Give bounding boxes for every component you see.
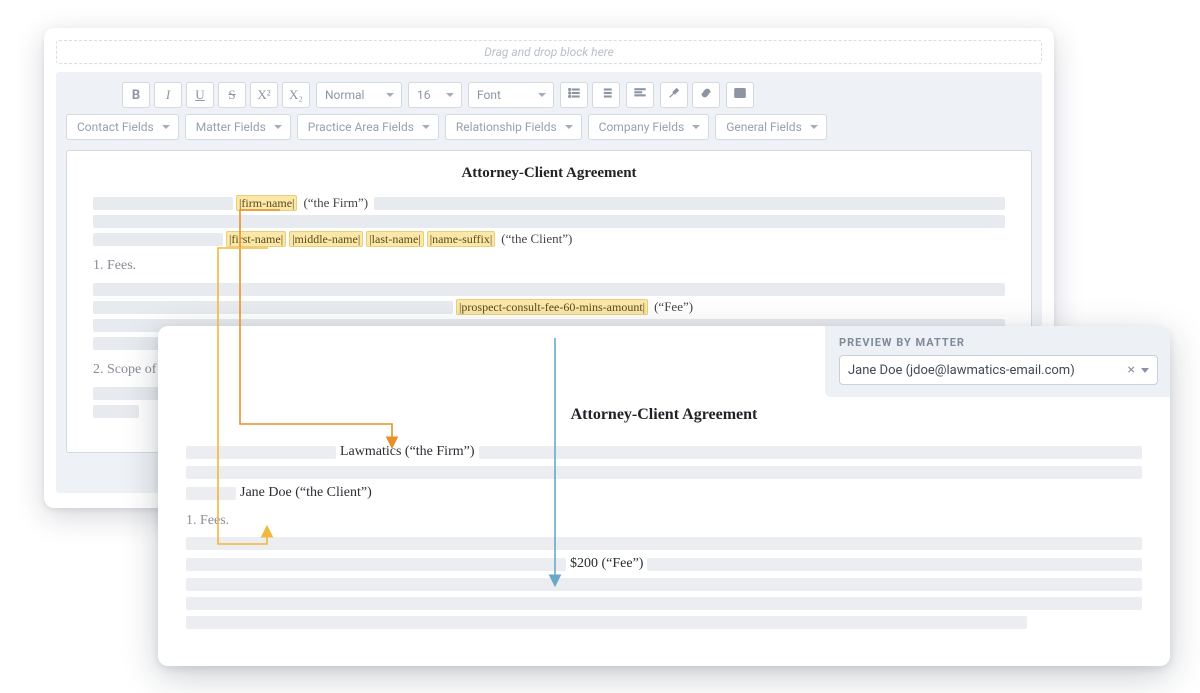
font-size-select[interactable]: 16	[408, 82, 462, 108]
preview-client-line: Jane Doe (“the Client”)	[240, 485, 372, 501]
strike-button[interactable]: S	[218, 82, 246, 108]
clear-selection-button[interactable]: ×	[1128, 362, 1135, 378]
font-family-select[interactable]: Font	[468, 82, 554, 108]
bullet-list-button[interactable]	[560, 82, 588, 108]
merge-token-name-suffix[interactable]: |name-suffix|	[427, 231, 496, 247]
color-button[interactable]	[660, 82, 688, 108]
merge-token-firm-name[interactable]: |firm-name|	[236, 195, 297, 211]
bullet-list-icon	[567, 86, 581, 104]
numbered-list-button[interactable]	[592, 82, 620, 108]
underline-button[interactable]: U	[186, 82, 214, 108]
drop-zone[interactable]: Drag and drop block here	[56, 40, 1042, 64]
align-left-icon	[633, 86, 647, 104]
link-button[interactable]	[692, 82, 720, 108]
preview-firm-line: Lawmatics (“the Firm”)	[340, 444, 475, 460]
merge-token-consult-fee[interactable]: |prospect-consult-fee-60-mins-amount|	[456, 299, 648, 315]
paragraph-style-select[interactable]: Normal	[316, 82, 402, 108]
numbered-list-icon	[599, 86, 613, 104]
preview-header: PREVIEW BY MATTER Jane Doe (jdoe@lawmati…	[825, 326, 1170, 397]
chevron-down-icon[interactable]	[1141, 368, 1149, 373]
preview-label: PREVIEW BY MATTER	[839, 336, 1158, 349]
merge-token-middle-name[interactable]: |middle-name|	[289, 231, 363, 247]
matter-fields-menu[interactable]: Matter Fields	[185, 114, 291, 140]
align-button[interactable]	[626, 82, 654, 108]
general-fields-menu[interactable]: General Fields	[715, 114, 827, 140]
preview-document-title: Attorney-Client Agreement	[186, 406, 1142, 424]
format-toolbar: B I U S X² X₂ Normal 16 Font	[66, 82, 1032, 108]
text-the-client: (“the Client”)	[498, 231, 575, 247]
preview-fee-line: $200 (“Fee”)	[570, 556, 643, 572]
merge-token-last-name[interactable]: |last-name|	[366, 231, 423, 247]
preview-section-fees: 1. Fees.	[186, 513, 1142, 529]
preview-document: Attorney-Client Agreement Lawmatics (“th…	[158, 406, 1170, 655]
link-icon	[699, 86, 713, 104]
subscript-button[interactable]: X₂	[282, 82, 310, 108]
text-the-firm: (“the Firm”)	[300, 195, 371, 211]
text-fee: (“Fee”)	[651, 299, 696, 315]
preview-panel: PREVIEW BY MATTER Jane Doe (jdoe@lawmati…	[158, 326, 1170, 666]
merge-token-first-name[interactable]: |first-name|	[226, 231, 286, 247]
practice-area-fields-menu[interactable]: Practice Area Fields	[297, 114, 439, 140]
superscript-button[interactable]: X²	[250, 82, 278, 108]
merge-field-toolbar: Contact Fields Matter Fields Practice Ar…	[66, 114, 1032, 140]
relationship-fields-menu[interactable]: Relationship Fields	[445, 114, 582, 140]
company-fields-menu[interactable]: Company Fields	[588, 114, 710, 140]
document-title: Attorney-Client Agreement	[93, 165, 1005, 182]
matter-select[interactable]: Jane Doe (jdoe@lawmatics-email.com) ×	[839, 355, 1158, 385]
eyedropper-icon	[667, 86, 681, 104]
bold-button[interactable]: B	[122, 82, 150, 108]
image-button[interactable]	[726, 82, 754, 108]
matter-select-value: Jane Doe (jdoe@lawmatics-email.com)	[848, 363, 1075, 378]
contact-fields-menu[interactable]: Contact Fields	[66, 114, 179, 140]
section-fees: 1. Fees.	[93, 258, 1005, 274]
italic-button[interactable]: I	[154, 82, 182, 108]
image-icon	[733, 86, 747, 104]
